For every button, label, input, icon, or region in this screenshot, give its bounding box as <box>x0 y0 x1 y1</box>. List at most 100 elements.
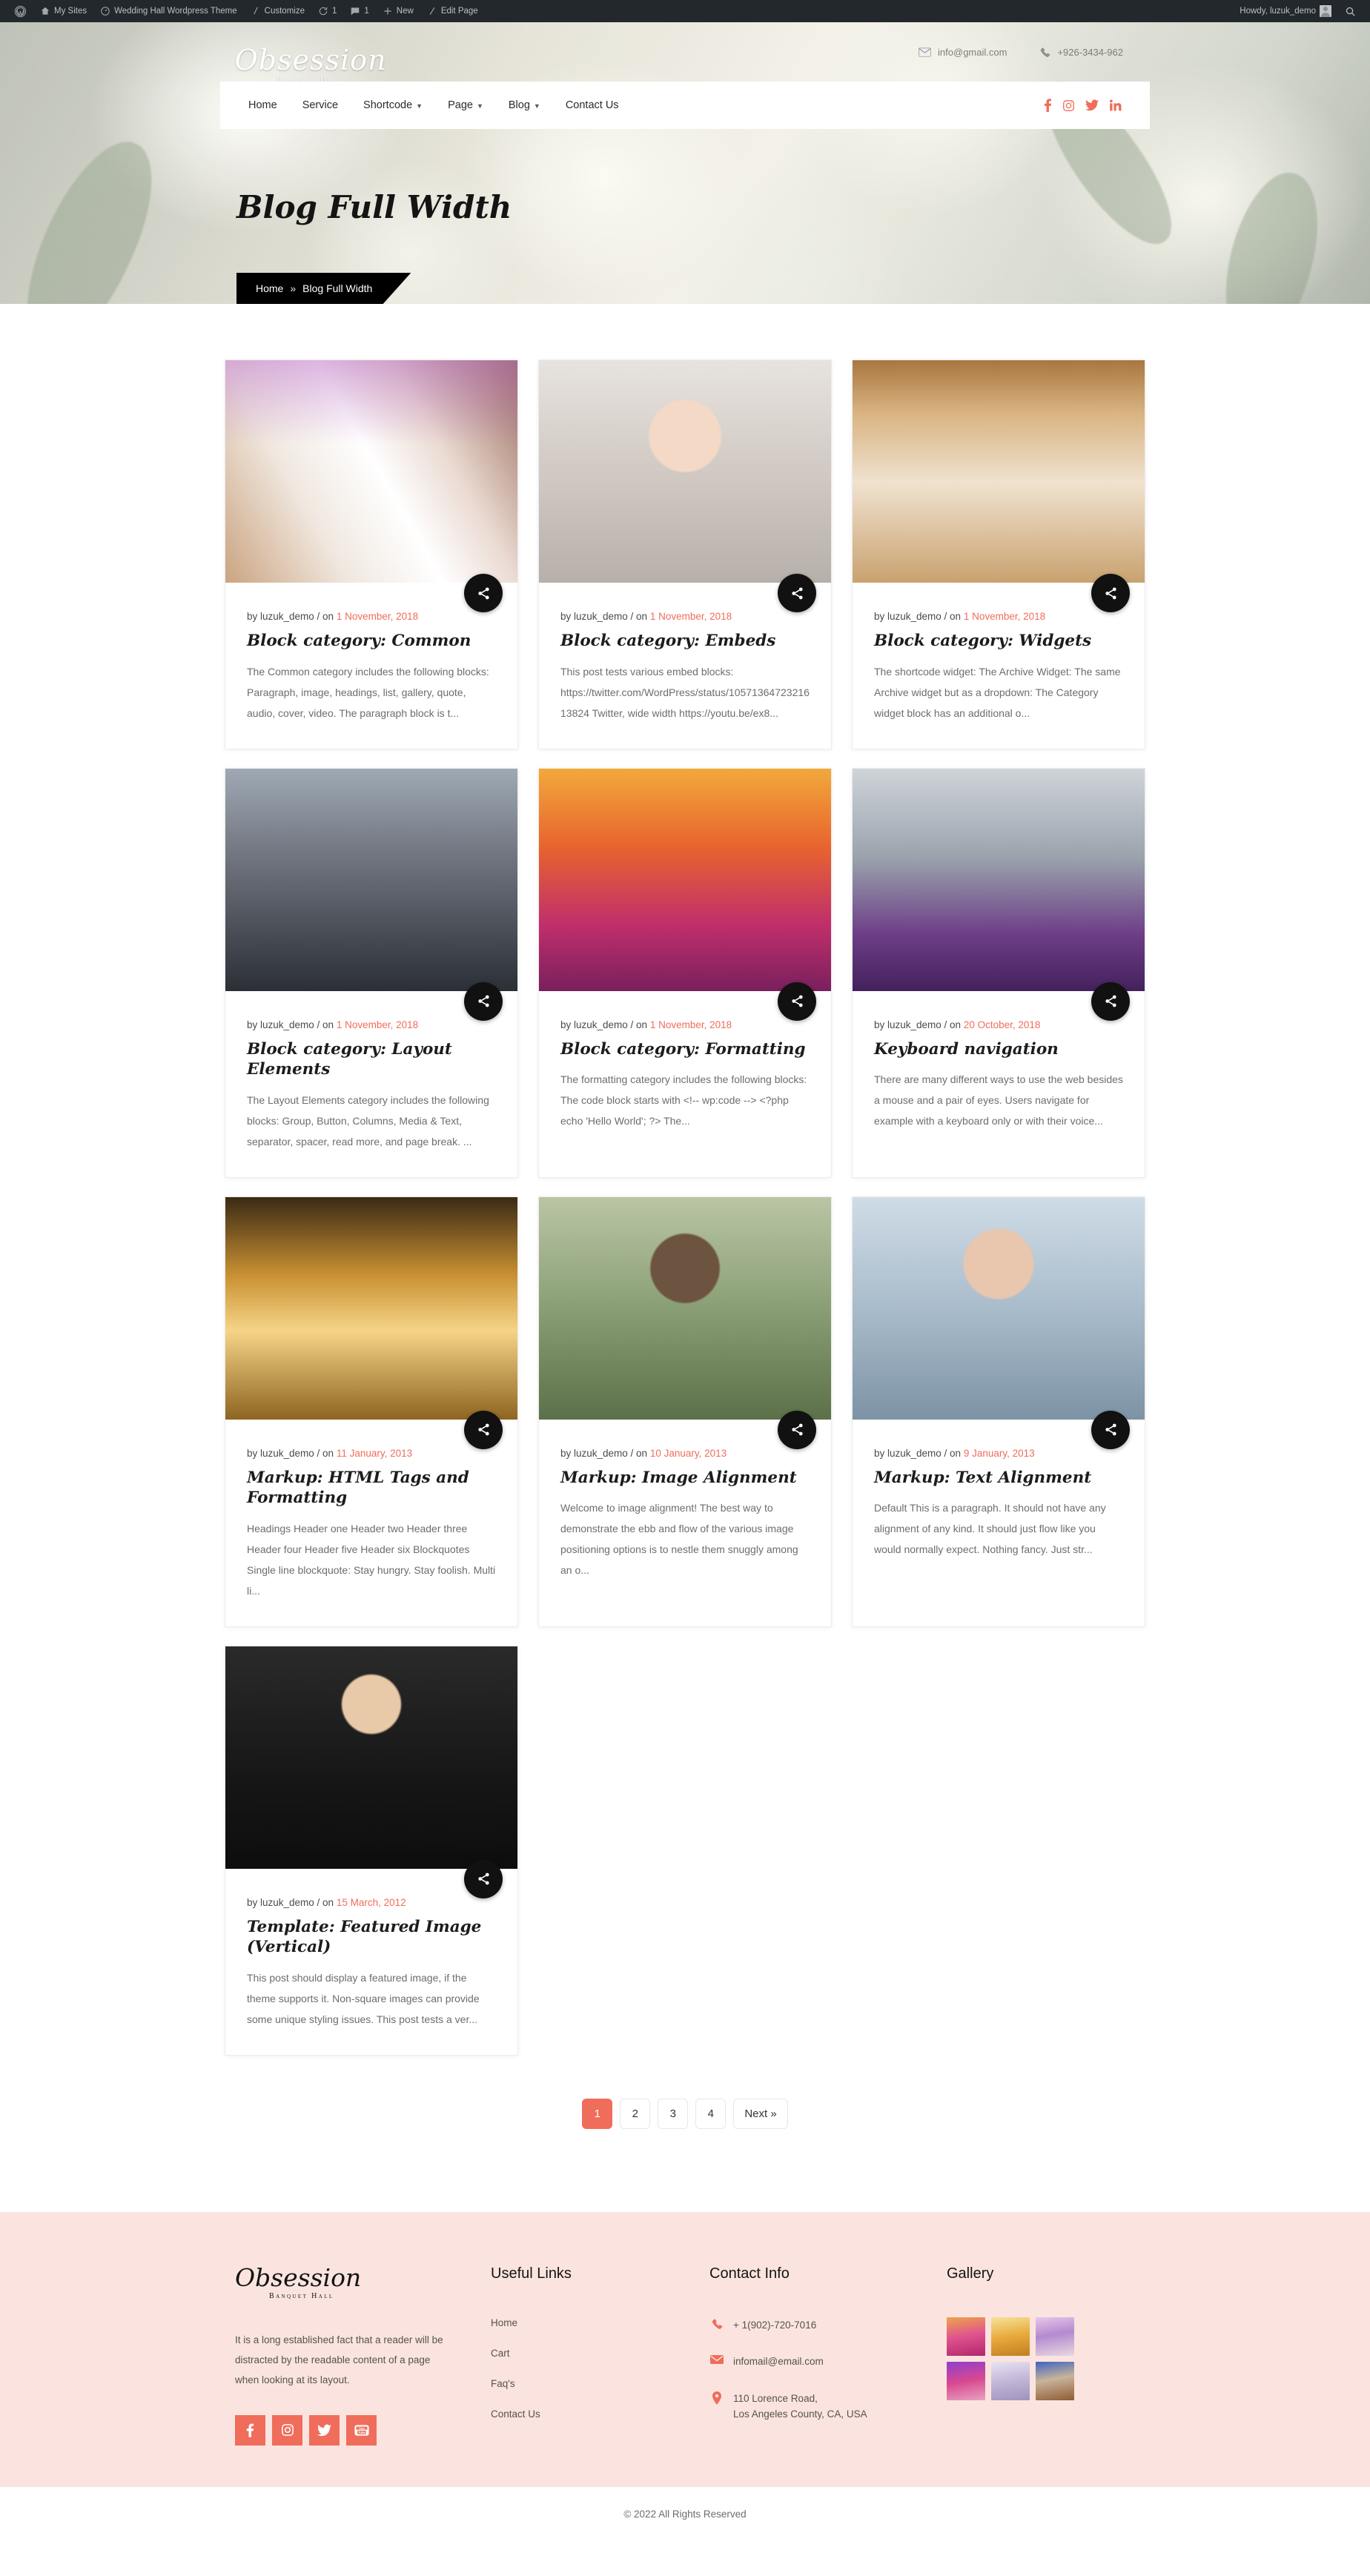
youtube-icon[interactable]: You Tube <box>346 2414 377 2446</box>
nav-item-shortcode[interactable]: Shortcode ▼ <box>351 99 435 111</box>
envelope-icon <box>709 2354 724 2365</box>
post-thumbnail[interactable] <box>539 360 831 583</box>
footer-contact-phone[interactable]: + 1(902)-720-7016 <box>709 2317 947 2334</box>
nav-item-page-label: Page <box>448 99 473 111</box>
post-thumbnail[interactable] <box>225 1196 517 1420</box>
post-thumbnail[interactable] <box>853 1196 1145 1420</box>
pagination-page-3[interactable]: 3 <box>658 2098 689 2129</box>
nav-item-service[interactable]: Service <box>290 99 351 111</box>
nav-item-page[interactable]: Page ▼ <box>435 99 496 111</box>
post-title[interactable]: Markup: HTML Tags and Formatting <box>247 1468 496 1509</box>
twitter-icon[interactable] <box>1085 99 1099 111</box>
post-thumbnail[interactable] <box>225 768 517 991</box>
post-title[interactable]: Markup: Text Alignment <box>874 1468 1123 1489</box>
share-icon[interactable] <box>464 574 503 612</box>
blog-post-card[interactable]: by luzuk_demo / on 1 November, 2018 Bloc… <box>225 767 518 1178</box>
post-title[interactable]: Block category: Formatting <box>560 1039 810 1060</box>
footer-link-contact-us[interactable]: Contact Us <box>491 2408 709 2420</box>
admin-bar-search[interactable] <box>1338 0 1363 22</box>
post-title[interactable]: Block category: Layout Elements <box>247 1039 496 1080</box>
footer-contact-email[interactable]: infomail@email.com <box>709 2354 947 2370</box>
pagination-page-1[interactable]: 1 <box>582 2098 613 2129</box>
admin-bar-comments[interactable]: 1 <box>343 0 375 22</box>
footer-columns: Obsession Banquet Hall It is a long esta… <box>220 2265 1150 2446</box>
share-icon[interactable] <box>778 574 816 612</box>
pagination: 1 2 3 4 Next » <box>0 2056 1370 2182</box>
footer-address-line2: Los Angeles County, CA, USA <box>733 2408 867 2420</box>
footer-link-cart[interactable]: Cart <box>491 2348 709 2359</box>
twitter-icon[interactable] <box>309 2414 340 2446</box>
share-icon[interactable] <box>464 1859 503 1898</box>
post-title[interactable]: Block category: Common <box>247 631 496 652</box>
admin-bar-my-sites[interactable]: My Sites <box>33 0 93 22</box>
blog-post-card[interactable]: by luzuk_demo / on 15 March, 2012 Templa… <box>225 1645 518 2056</box>
gallery-thumbnail[interactable] <box>991 2317 1030 2356</box>
admin-bar-new[interactable]: New <box>376 0 420 22</box>
blog-post-card[interactable]: by luzuk_demo / on 1 November, 2018 Bloc… <box>538 767 832 1178</box>
gallery-thumbnail[interactable] <box>1036 2317 1074 2356</box>
linkedin-icon[interactable] <box>1109 99 1122 111</box>
footer-logo[interactable]: Obsession Banquet Hall <box>235 2265 491 2300</box>
nav-item-contact-us[interactable]: Contact Us <box>553 99 632 111</box>
post-body: by luzuk_demo / on 11 January, 2013 Mark… <box>225 1420 517 1626</box>
admin-bar-my-sites-label: My Sites <box>54 7 87 16</box>
admin-bar-wordpress-logo[interactable] <box>7 0 33 22</box>
share-icon[interactable] <box>464 981 503 1021</box>
phone-icon <box>709 2317 724 2330</box>
admin-bar-edit-page[interactable]: Edit Page <box>420 0 485 22</box>
pagination-page-4[interactable]: 4 <box>695 2098 727 2129</box>
share-icon[interactable] <box>1091 574 1130 612</box>
post-meta: by luzuk_demo / on 20 October, 2018 <box>874 1019 1123 1030</box>
admin-bar-howdy[interactable]: Howdy, luzuk_demo <box>1233 0 1338 22</box>
footer-link-home[interactable]: Home <box>491 2317 709 2328</box>
admin-bar-site-name[interactable]: Wedding Hall Wordpress Theme <box>93 0 244 22</box>
hero-banner: Obsession Banquet Hall info@gmail.com +9… <box>0 22 1370 304</box>
footer-link-faqs[interactable]: Faq's <box>491 2378 709 2389</box>
wp-admin-bar: My Sites Wedding Hall Wordpress Theme Cu… <box>0 0 1370 22</box>
post-thumbnail[interactable] <box>225 1646 517 1869</box>
share-icon[interactable] <box>778 981 816 1021</box>
gallery-thumbnail[interactable] <box>947 2361 985 2400</box>
header-phone[interactable]: +926-3434-962 <box>1039 47 1123 58</box>
post-title[interactable]: Markup: Image Alignment <box>560 1468 810 1489</box>
gallery-thumbnail[interactable] <box>1036 2361 1074 2400</box>
gallery-thumbnail[interactable] <box>947 2317 985 2356</box>
header-email[interactable]: info@gmail.com <box>919 47 1007 58</box>
breadcrumb-home-link[interactable]: Home <box>256 282 283 294</box>
post-thumbnail[interactable] <box>853 768 1145 991</box>
share-icon[interactable] <box>464 1410 503 1449</box>
gallery-thumbnail[interactable] <box>991 2361 1030 2400</box>
post-meta: by luzuk_demo / on 9 January, 2013 <box>874 1448 1123 1459</box>
post-excerpt: Headings Header one Header two Header th… <box>247 1522 496 1597</box>
admin-bar-updates[interactable]: 1 <box>311 0 343 22</box>
blog-post-card[interactable]: by luzuk_demo / on 20 October, 2018 Keyb… <box>852 767 1145 1178</box>
blog-post-card[interactable]: by luzuk_demo / on 9 January, 2013 Marku… <box>852 1196 1145 1627</box>
post-title[interactable]: Template: Featured Image (Vertical) <box>247 1917 496 1958</box>
admin-bar-customize[interactable]: Customize <box>244 0 311 22</box>
post-thumbnail[interactable] <box>539 768 831 991</box>
post-thumbnail[interactable] <box>225 360 517 583</box>
post-title[interactable]: Block category: Embeds <box>560 631 810 652</box>
share-icon[interactable] <box>1091 981 1130 1021</box>
facebook-icon[interactable] <box>1044 99 1052 112</box>
instagram-icon[interactable] <box>1062 99 1075 112</box>
post-thumbnail[interactable] <box>853 360 1145 583</box>
nav-item-blog[interactable]: Blog ▼ <box>496 99 553 111</box>
blog-post-card[interactable]: by luzuk_demo / on 1 November, 2018 Bloc… <box>225 360 518 749</box>
nav-item-home[interactable]: Home <box>245 99 290 111</box>
pagination-page-2[interactable]: 2 <box>620 2098 651 2129</box>
share-icon[interactable] <box>778 1410 816 1449</box>
share-icon[interactable] <box>1091 1410 1130 1449</box>
post-title[interactable]: Block category: Widgets <box>874 631 1123 652</box>
blog-post-card[interactable]: by luzuk_demo / on 1 November, 2018 Bloc… <box>538 360 832 749</box>
facebook-icon[interactable] <box>235 2414 265 2446</box>
blog-post-card[interactable]: by luzuk_demo / on 1 November, 2018 Bloc… <box>852 360 1145 749</box>
blog-post-card[interactable]: by luzuk_demo / on 10 January, 2013 Mark… <box>538 1196 832 1627</box>
post-title[interactable]: Keyboard navigation <box>874 1039 1123 1060</box>
footer-contact-heading: Contact Info <box>709 2265 790 2282</box>
copyright-bar: © 2022 All Rights Reserved <box>0 2486 1370 2542</box>
pagination-next[interactable]: Next » <box>733 2098 788 2129</box>
instagram-icon[interactable] <box>272 2414 302 2446</box>
blog-post-card[interactable]: by luzuk_demo / on 11 January, 2013 Mark… <box>225 1196 518 1627</box>
post-thumbnail[interactable] <box>539 1196 831 1420</box>
